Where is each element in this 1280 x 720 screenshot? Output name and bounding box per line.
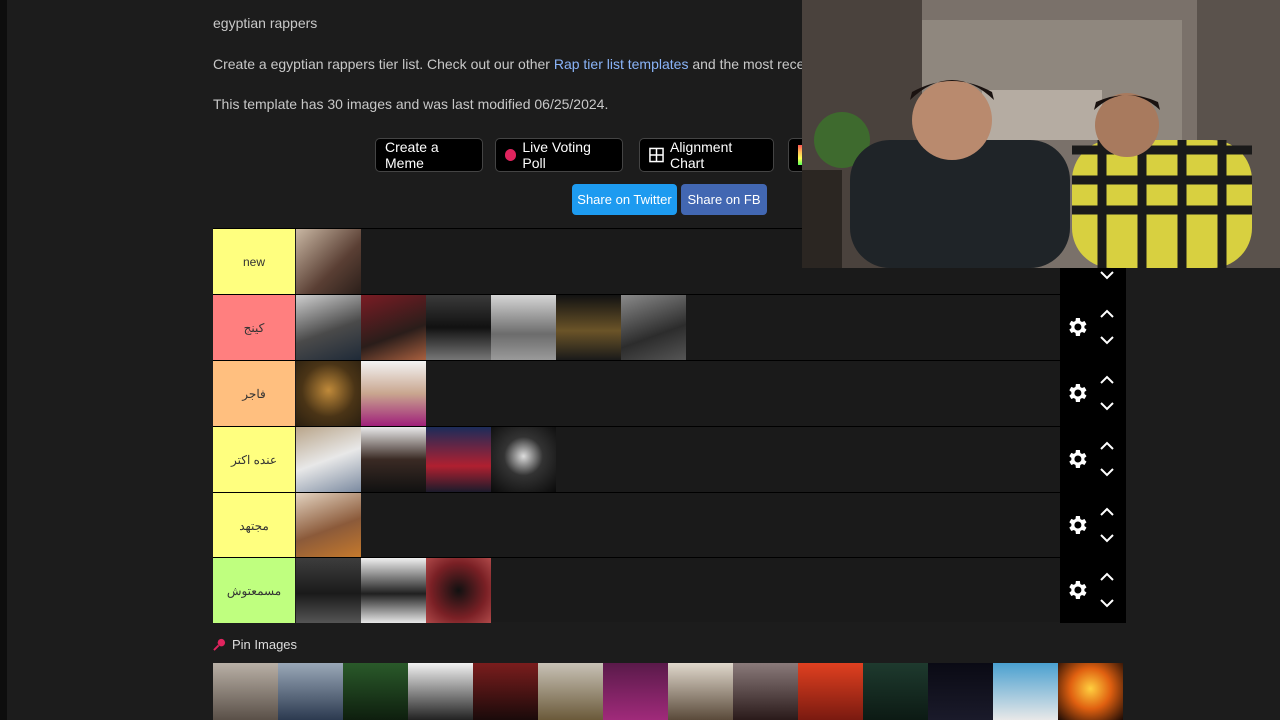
chevron-up-icon[interactable] bbox=[1099, 507, 1115, 517]
rapper-image[interactable] bbox=[296, 493, 361, 558]
left-edge bbox=[0, 0, 7, 720]
tier-controls bbox=[1060, 493, 1126, 558]
chevron-down-icon[interactable] bbox=[1099, 533, 1115, 543]
tier-label[interactable]: new bbox=[213, 229, 295, 294]
tier-images bbox=[296, 361, 426, 426]
template-meta: This template has 30 images and was last… bbox=[213, 96, 609, 112]
pool-image[interactable] bbox=[993, 663, 1058, 720]
tier-controls bbox=[1060, 295, 1126, 360]
pool-image[interactable] bbox=[603, 663, 668, 720]
pin-images-bar[interactable]: Pin Images bbox=[213, 637, 297, 652]
pool-image[interactable] bbox=[798, 663, 863, 720]
pool-image[interactable] bbox=[343, 663, 408, 720]
chevron-down-icon[interactable] bbox=[1099, 401, 1115, 411]
rapper-image[interactable] bbox=[491, 295, 556, 360]
pool-image[interactable] bbox=[733, 663, 798, 720]
share-fb-button[interactable]: Share on FB bbox=[681, 184, 767, 215]
chevron-down-icon[interactable] bbox=[1099, 598, 1115, 608]
tier-list: new كينج فاجر عنده اكتر مجتهد مسمعتوش bbox=[213, 228, 1126, 623]
rapper-image[interactable] bbox=[556, 295, 621, 360]
gear-icon[interactable] bbox=[1065, 381, 1089, 405]
chevron-down-icon[interactable] bbox=[1099, 467, 1115, 477]
pool-image[interactable] bbox=[538, 663, 603, 720]
pool-image[interactable] bbox=[928, 663, 993, 720]
tier-label[interactable]: فاجر bbox=[213, 361, 295, 426]
rapper-image[interactable] bbox=[426, 427, 491, 492]
chevron-up-icon[interactable] bbox=[1099, 441, 1115, 451]
rapper-image[interactable] bbox=[426, 295, 491, 360]
description: Create a egyptian rappers tier list. Che… bbox=[213, 56, 812, 72]
tier-images bbox=[296, 229, 361, 294]
tier-images bbox=[296, 427, 556, 492]
pushpin-icon bbox=[213, 638, 226, 651]
rapper-image[interactable] bbox=[491, 427, 556, 492]
pool-image[interactable] bbox=[278, 663, 343, 720]
chevron-up-icon[interactable] bbox=[1099, 572, 1115, 582]
pin-images-label: Pin Images bbox=[232, 637, 298, 652]
gear-icon[interactable] bbox=[1065, 315, 1089, 339]
image-pool bbox=[213, 663, 1123, 720]
gear-icon[interactable] bbox=[1065, 578, 1089, 602]
tier-controls bbox=[1060, 558, 1126, 623]
webcam-overlay bbox=[802, 0, 1280, 268]
tier-row: كينج bbox=[213, 294, 1126, 360]
grid-icon bbox=[649, 147, 664, 163]
alignment-chart-label: Alignment Chart bbox=[669, 139, 733, 171]
rapper-image[interactable] bbox=[361, 295, 426, 360]
tier-controls-partial bbox=[1060, 268, 1126, 294]
pool-image[interactable] bbox=[863, 663, 928, 720]
rapper-image[interactable] bbox=[296, 558, 361, 623]
description-prefix: Create a egyptian rappers tier list. Che… bbox=[213, 56, 554, 72]
pool-image[interactable] bbox=[408, 663, 473, 720]
rapper-image[interactable] bbox=[621, 295, 686, 360]
description-suffix: and the most recen bbox=[688, 56, 813, 72]
tier-images bbox=[296, 493, 361, 558]
pool-image[interactable] bbox=[473, 663, 538, 720]
tier-label[interactable]: مجتهد bbox=[213, 493, 295, 558]
rap-templates-link[interactable]: Rap tier list templates bbox=[554, 56, 689, 72]
alignment-chart-button[interactable]: Alignment Chart bbox=[639, 138, 774, 172]
poll-dot-icon bbox=[505, 149, 517, 161]
rapper-image[interactable] bbox=[361, 427, 426, 492]
rapper-image[interactable] bbox=[361, 558, 426, 623]
create-meme-button[interactable]: Create a Meme bbox=[375, 138, 483, 172]
tier-controls bbox=[1060, 361, 1126, 426]
share-twitter-button[interactable]: Share on Twitter bbox=[572, 184, 677, 215]
rapper-image[interactable] bbox=[296, 427, 361, 492]
rapper-image[interactable] bbox=[296, 229, 361, 294]
webcam-feed bbox=[802, 0, 1280, 268]
gear-icon[interactable] bbox=[1065, 513, 1089, 537]
tier-images bbox=[296, 558, 491, 623]
tier-row: فاجر bbox=[213, 360, 1126, 426]
chevron-down-icon[interactable] bbox=[1099, 335, 1115, 345]
page-title: egyptian rappers bbox=[213, 15, 318, 31]
tier-label[interactable]: عنده اكتر bbox=[213, 427, 295, 492]
gear-icon[interactable] bbox=[1065, 447, 1089, 471]
chevron-down-icon[interactable] bbox=[1099, 270, 1115, 280]
pool-image[interactable] bbox=[668, 663, 733, 720]
create-meme-label: Create a Meme bbox=[385, 139, 439, 171]
tier-images bbox=[296, 295, 686, 360]
pool-image[interactable] bbox=[1058, 663, 1123, 720]
rapper-image[interactable] bbox=[361, 361, 426, 426]
tier-label[interactable]: مسمعتوش bbox=[213, 558, 295, 623]
rapper-image[interactable] bbox=[296, 295, 361, 360]
chevron-up-icon[interactable] bbox=[1099, 309, 1115, 319]
live-voting-poll-button[interactable]: Live Voting Poll bbox=[495, 138, 623, 172]
tier-controls bbox=[1060, 427, 1126, 492]
tier-row: مجتهد bbox=[213, 492, 1126, 558]
rapper-image[interactable] bbox=[426, 558, 491, 623]
pool-image[interactable] bbox=[213, 663, 278, 720]
rapper-image[interactable] bbox=[296, 361, 361, 426]
chevron-up-icon[interactable] bbox=[1099, 375, 1115, 385]
tier-label[interactable]: كينج bbox=[213, 295, 295, 360]
tier-row: عنده اكتر bbox=[213, 426, 1126, 492]
tier-row: مسمعتوش bbox=[213, 557, 1126, 623]
live-voting-poll-label: Live Voting Poll bbox=[522, 139, 591, 171]
